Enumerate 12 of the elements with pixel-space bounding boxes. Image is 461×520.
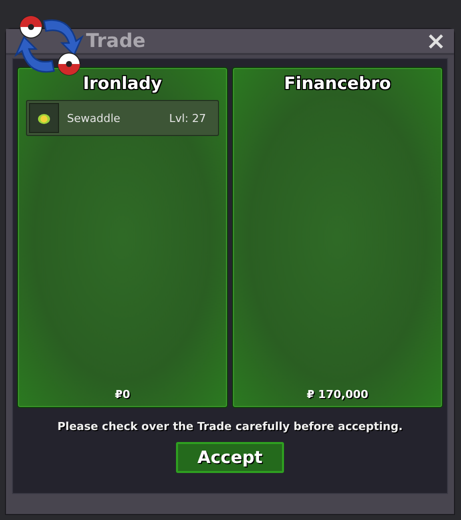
money-amount: ₽0 [114,388,130,401]
pokemon-slot[interactable]: Sewaddle Lvl: 27 [26,100,219,136]
window-title: Trade [86,30,146,52]
pokemon-name: Sewaddle [67,112,120,124]
trader-name: Financebro [284,74,391,94]
money-amount: ₽ 170,000 [306,388,368,401]
pokemon-level: Lvl: 27 [169,112,206,124]
notice-text: Please check over the Trade carefully before accepting. [57,420,403,433]
trader-name: Ironlady [82,74,162,94]
accept-button[interactable]: Accept [176,442,284,473]
close-button[interactable]: × [424,29,448,53]
pokemon-icon [29,103,59,133]
